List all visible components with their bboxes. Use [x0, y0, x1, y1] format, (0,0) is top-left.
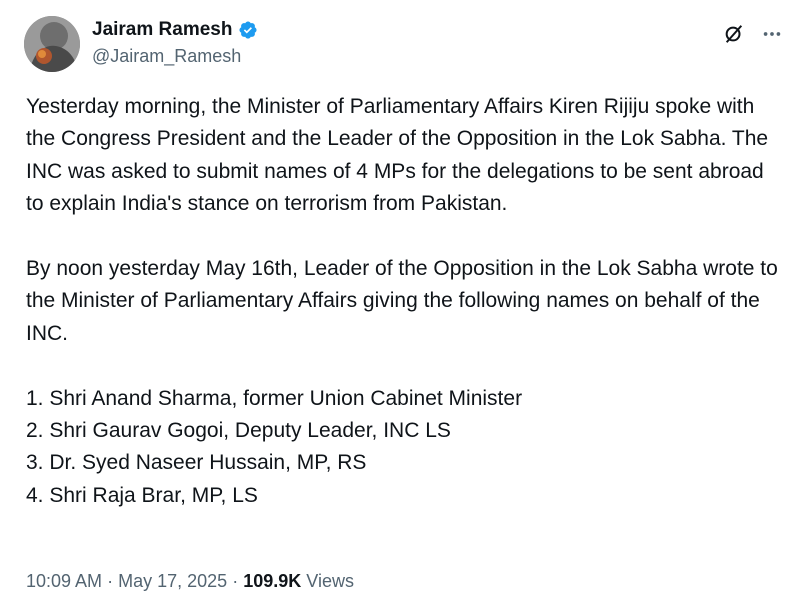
tweet-time: 10:09 AM: [26, 571, 103, 591]
meta-separator: ·: [232, 571, 239, 591]
views-label: Views: [306, 571, 354, 591]
tweet-meta: 10:09 AM · May 17, 2025 · 109.9K Views: [26, 569, 354, 593]
tweet-date: May 17, 2025: [118, 571, 228, 591]
author-display-name[interactable]: Jairam Ramesh: [92, 18, 232, 42]
grok-icon[interactable]: [722, 22, 746, 46]
author-handle[interactable]: @Jairam_Ramesh: [92, 44, 258, 68]
tweet-paragraph-1: Yesterday morning, the Minister of Parli…: [26, 95, 769, 216]
list-item: 2. Shri Gaurav Gogoi, Deputy Leader, INC…: [26, 419, 451, 443]
list-item: 3. Dr. Syed Naseer Hussain, MP, RS: [26, 451, 367, 475]
meta-separator: ·: [107, 571, 114, 591]
tweet-timestamp[interactable]: 10:09 AM · May 17, 2025: [26, 571, 227, 591]
views-count: 109.9K: [243, 571, 302, 591]
tweet-paragraph-2: By noon yesterday May 16th, Leader of th…: [26, 257, 778, 345]
list-item: 1. Shri Anand Sharma, former Union Cabin…: [26, 386, 523, 410]
tweet-text: Yesterday morning, the Minister of Parli…: [26, 91, 786, 512]
list-item: 4. Shri Raja Brar, MP, LS: [26, 483, 258, 507]
tweet-actions: [722, 22, 784, 46]
avatar[interactable]: [24, 16, 80, 72]
more-options-icon[interactable]: [760, 22, 784, 46]
tweet-header: Jairam Ramesh @Jairam_Ramesh: [24, 16, 784, 74]
verified-badge-icon: [238, 20, 258, 40]
author-info: Jairam Ramesh @Jairam_Ramesh: [92, 18, 258, 68]
